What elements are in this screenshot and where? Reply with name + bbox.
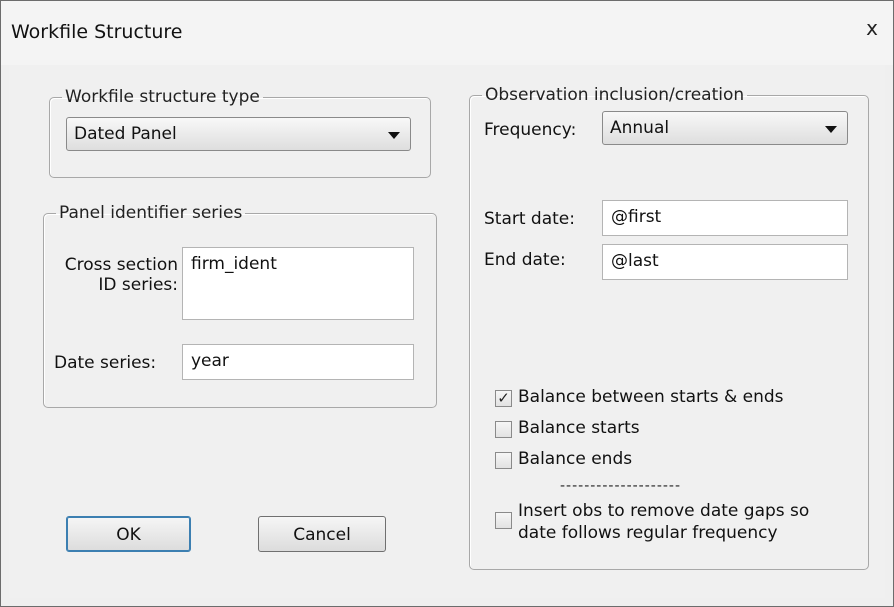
structure-type-group: Workfile structure type Dated Panel xyxy=(49,87,431,178)
chevron-down-icon xyxy=(388,132,400,139)
balance-ends-label[interactable]: Balance ends xyxy=(518,449,632,469)
structure-type-value: Dated Panel xyxy=(74,124,177,144)
panel-identifier-group: Panel identifier series Cross section ID… xyxy=(43,203,437,408)
insert-obs-label[interactable]: Insert obs to remove date gaps so date f… xyxy=(518,500,809,544)
date-series-label: Date series: xyxy=(54,353,157,373)
frequency-value: Annual xyxy=(610,118,670,138)
structure-type-legend: Workfile structure type xyxy=(65,87,260,107)
panel-identifier-legend: Panel identifier series xyxy=(59,203,243,223)
cross-section-id-field[interactable]: firm_ident xyxy=(182,247,414,320)
end-date-field[interactable]: @last xyxy=(602,244,848,280)
frequency-label: Frequency: xyxy=(484,120,577,140)
separator-line: -------------------- xyxy=(560,478,682,494)
title-bar: Workfile Structure x xyxy=(1,1,893,65)
start-date-field[interactable]: @first xyxy=(602,200,848,236)
balance-between-label[interactable]: Balance between starts & ends xyxy=(518,387,784,407)
cross-section-label-line2: ID series: xyxy=(98,275,178,295)
balance-ends-checkbox[interactable] xyxy=(495,452,512,469)
dialog-body: Workfile structure type Dated Panel Pane… xyxy=(9,65,885,598)
ok-button[interactable]: OK xyxy=(66,516,191,552)
balance-starts-label[interactable]: Balance starts xyxy=(518,418,640,438)
insert-obs-label-line2: date follows regular frequency xyxy=(518,523,778,543)
start-date-label: Start date: xyxy=(484,209,575,229)
dialog-title: Workfile Structure xyxy=(11,21,183,43)
insert-obs-label-line1: Insert obs to remove date gaps so xyxy=(518,501,810,521)
cross-section-label: Cross section ID series: xyxy=(54,255,178,295)
balance-starts-checkbox[interactable] xyxy=(495,421,512,438)
observation-group: Observation inclusion/creation Frequency… xyxy=(469,85,869,570)
cross-section-label-line1: Cross section xyxy=(64,255,178,275)
end-date-label: End date: xyxy=(484,250,566,270)
cancel-button[interactable]: Cancel xyxy=(258,516,386,552)
frequency-dropdown[interactable]: Annual xyxy=(602,111,848,145)
close-icon[interactable]: x xyxy=(861,17,883,39)
date-series-field[interactable]: year xyxy=(182,344,414,380)
balance-between-checkbox[interactable]: ✓ xyxy=(495,390,512,407)
observation-legend: Observation inclusion/creation xyxy=(485,85,745,105)
chevron-down-icon xyxy=(825,126,837,133)
structure-type-dropdown[interactable]: Dated Panel xyxy=(66,117,411,151)
insert-obs-checkbox[interactable] xyxy=(495,512,512,529)
workfile-structure-dialog: Workfile Structure x Workfile structure … xyxy=(0,0,894,607)
